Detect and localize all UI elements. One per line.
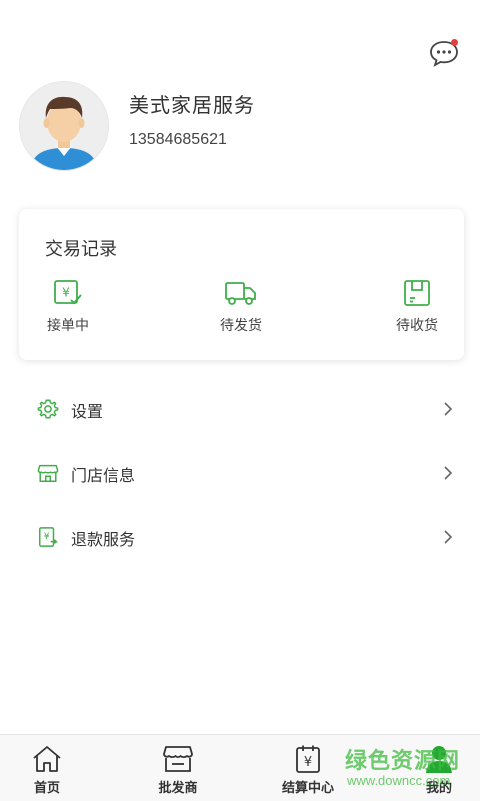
message-button[interactable] bbox=[428, 38, 460, 68]
store-icon bbox=[37, 464, 59, 482]
menu-item-refund[interactable]: ¥ 退款服务 bbox=[0, 512, 480, 562]
tab-settlement-label: 结算中心 bbox=[281, 781, 334, 796]
tab-mine[interactable]: 我的 bbox=[389, 735, 480, 801]
profile-name: 美式家居服务 bbox=[129, 93, 255, 117]
tab-home[interactable]: 首页 bbox=[0, 735, 97, 801]
menu-item-settings[interactable]: 设置 bbox=[0, 384, 480, 434]
tab-home-label: 首页 bbox=[33, 781, 60, 796]
tab-wholesaler-label: 批发商 bbox=[158, 781, 198, 796]
order-to-receive[interactable]: 待收货 bbox=[382, 279, 452, 335]
order-accepting-label: 接单中 bbox=[47, 318, 89, 334]
settlement-icon: ¥ bbox=[296, 745, 320, 773]
menu-item-settings-label: 设置 bbox=[71, 402, 104, 421]
svg-text:¥: ¥ bbox=[304, 755, 312, 770]
tab-mine-label: 我的 bbox=[425, 781, 452, 796]
svg-text:¥: ¥ bbox=[44, 531, 50, 542]
svg-text:¥: ¥ bbox=[62, 286, 70, 300]
yuan-check-icon: ¥ bbox=[54, 280, 82, 305]
gear-icon bbox=[37, 399, 59, 419]
menu-item-refund-label: 退款服务 bbox=[71, 530, 136, 549]
chevron-right-icon bbox=[444, 466, 453, 480]
avatar[interactable] bbox=[19, 81, 109, 171]
order-to-ship[interactable]: 待发货 bbox=[206, 279, 276, 335]
delivery-truck-icon bbox=[225, 282, 256, 305]
chevron-right-icon bbox=[444, 530, 453, 544]
box-icon bbox=[404, 280, 430, 306]
home-icon bbox=[33, 746, 61, 772]
menu-item-store-info-label: 门店信息 bbox=[71, 466, 136, 485]
order-to-receive-label: 待收货 bbox=[396, 318, 438, 334]
tab-settlement[interactable]: ¥ 结算中心 bbox=[258, 735, 358, 801]
unread-badge bbox=[451, 39, 458, 46]
tab-wholesaler[interactable]: 批发商 bbox=[128, 735, 228, 801]
refund-icon: ¥ bbox=[39, 527, 59, 547]
profile-phone: 13584685621 bbox=[129, 131, 227, 148]
user-icon bbox=[426, 746, 452, 773]
bottom-tab-bar: 首页 批发商 ¥ 结算中心 我的 bbox=[0, 734, 480, 801]
wholesale-store-icon bbox=[163, 746, 193, 772]
chevron-right-icon bbox=[444, 402, 453, 416]
orders-card: 交易记录 ¥ 接单中 待发货 待收货 bbox=[19, 209, 464, 360]
order-accepting[interactable]: ¥ 接单中 bbox=[33, 279, 103, 335]
order-to-ship-label: 待发货 bbox=[220, 318, 262, 334]
orders-title: 交易记录 bbox=[45, 239, 117, 260]
menu-item-store-info[interactable]: 门店信息 bbox=[0, 448, 480, 498]
user-avatar-icon bbox=[20, 82, 108, 170]
